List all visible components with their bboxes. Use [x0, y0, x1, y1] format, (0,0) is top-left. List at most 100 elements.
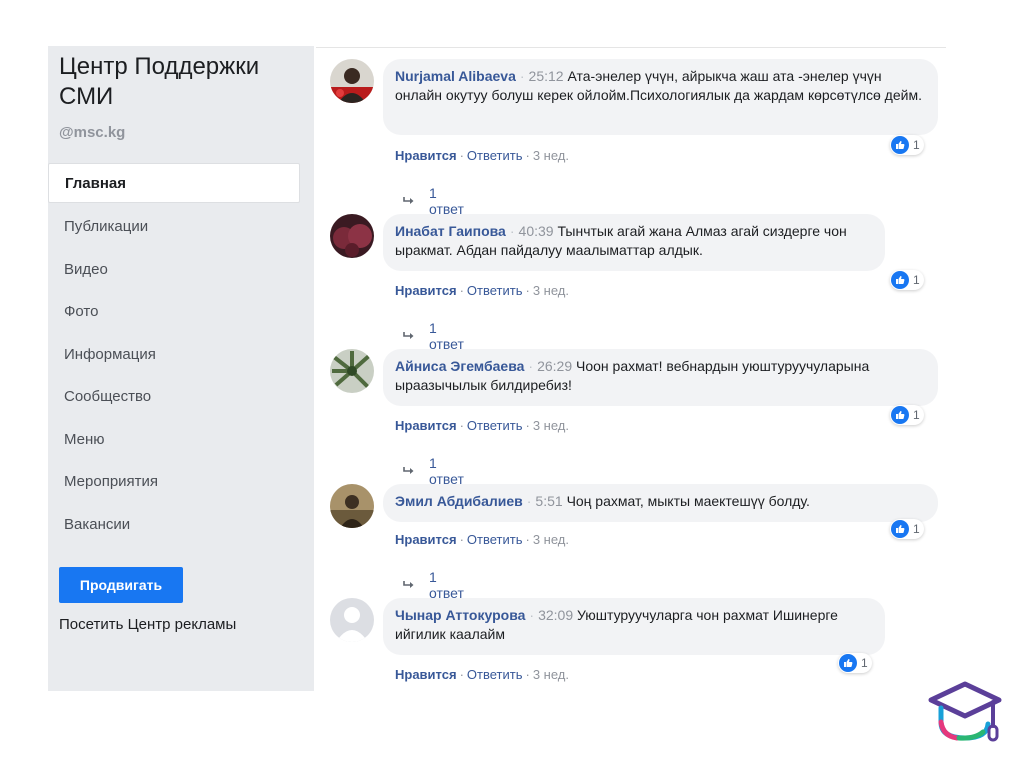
comment-actions: Нравится · Ответить · 3 нед. — [395, 148, 569, 163]
like-link[interactable]: Нравится — [395, 148, 457, 163]
separator-dot: · — [459, 418, 464, 433]
thumbs-up-icon — [891, 271, 909, 289]
separator-dot: · — [525, 418, 530, 433]
sidebar-item-home[interactable]: Главная — [48, 163, 300, 203]
replies-count: 1 ответ — [429, 569, 464, 601]
like-link[interactable]: Нравится — [395, 667, 457, 682]
page-title[interactable]: Центр Поддержки СМИ — [59, 52, 299, 112]
reply-link[interactable]: Ответить — [467, 283, 523, 298]
sidebar-item-about[interactable]: Информация — [48, 333, 300, 376]
thumbs-up-icon — [891, 136, 909, 154]
avatar-photo-icon — [330, 214, 374, 258]
avatar[interactable] — [330, 598, 374, 642]
comment-actions: Нравится · Ответить · 3 нед. — [395, 283, 569, 298]
reaction-count[interactable]: 1 — [890, 405, 924, 425]
separator-dot: · — [459, 283, 464, 298]
comment-author[interactable]: Айниса Эгембаева — [395, 358, 524, 374]
avatar[interactable] — [330, 349, 374, 393]
sidebar-nav: Главная Публикации Видео Фото Информация… — [48, 163, 300, 546]
comment-timecode[interactable]: 5:51 — [535, 493, 562, 509]
divider — [316, 47, 946, 48]
reaction-count[interactable]: 1 — [890, 270, 924, 290]
thumbs-up-icon — [891, 406, 909, 424]
thumbs-up-icon — [839, 654, 857, 672]
sidebar-item-community[interactable]: Сообщество — [48, 376, 300, 419]
separator-dot: · — [528, 358, 534, 374]
sidebar-item-events[interactable]: Мероприятия — [48, 461, 300, 504]
promote-button[interactable]: Продвигать — [59, 567, 183, 603]
view-replies-link[interactable]: 1 ответ — [403, 320, 464, 352]
separator-dot: · — [459, 667, 464, 682]
like-link[interactable]: Нравится — [395, 283, 457, 298]
comment-author[interactable]: Инабат Гаипова — [395, 223, 506, 239]
view-replies-link[interactable]: 1 ответ — [403, 455, 464, 487]
separator-dot: · — [525, 532, 530, 547]
separator-dot: · — [459, 532, 464, 547]
comment-timecode[interactable]: 26:29 — [537, 358, 572, 374]
sidebar-item-menu[interactable]: Меню — [48, 418, 300, 461]
reply-link[interactable]: Ответить — [467, 532, 523, 547]
comment-bubble: Айниса Эгембаева · 26:29 Чоон рахмат! вебн… — [383, 349, 938, 406]
page-sidebar: Центр Поддержки СМИ @msc.kg Главная Публ… — [48, 46, 314, 691]
reply-arrow-icon — [403, 196, 415, 206]
page-handle[interactable]: @msc.kg — [59, 124, 125, 141]
reply-link[interactable]: Ответить — [467, 418, 523, 433]
ad-center-link[interactable]: Посетить Центр рекламы — [59, 616, 236, 633]
sidebar-item-posts[interactable]: Публикации — [48, 206, 300, 249]
comment-author[interactable]: Чынар Аттокурова — [395, 607, 525, 623]
avatar-photo-icon — [330, 484, 374, 528]
comment-actions: Нравится · Ответить · 3 нед. — [395, 667, 569, 682]
reply-arrow-icon — [403, 331, 415, 341]
avatar-photo-icon — [330, 349, 374, 393]
separator-dot: · — [519, 68, 525, 84]
separator-dot: · — [509, 223, 515, 239]
comment-age[interactable]: 3 нед. — [533, 532, 569, 547]
avatar[interactable] — [330, 484, 374, 528]
thumbs-up-icon — [891, 520, 909, 538]
avatar-photo-icon — [330, 59, 374, 103]
replies-count: 1 ответ — [429, 320, 464, 352]
separator-dot: · — [525, 283, 530, 298]
avatar[interactable] — [330, 59, 374, 103]
comment-timecode[interactable]: 25:12 — [529, 68, 564, 84]
reply-arrow-icon — [403, 466, 415, 476]
comment-text: Чоң рахмат, мыкты маектешүү болду. — [566, 493, 810, 509]
reaction-count[interactable]: 1 — [838, 653, 872, 673]
comment-age[interactable]: 3 нед. — [533, 667, 569, 682]
reaction-number: 1 — [913, 522, 920, 536]
comment-bubble: Эмил Абдибалиев · 5:51 Чоң рахмат, мыкты м… — [383, 484, 938, 522]
comment-timecode[interactable]: 40:39 — [519, 223, 554, 239]
comment-bubble: Nurjamal Alibaeva · 25:12 Ата-энелер үчүн,… — [383, 59, 938, 135]
sidebar-item-photos[interactable]: Фото — [48, 291, 300, 334]
separator-dot: · — [525, 667, 530, 682]
graduation-cap-logo-icon — [925, 678, 1005, 744]
reaction-number: 1 — [913, 408, 920, 422]
reaction-count[interactable]: 1 — [890, 519, 924, 539]
comment-actions: Нравится · Ответить · 3 нед. — [395, 532, 569, 547]
comment-bubble: Инабат Гаипова · 40:39 Тынчтык агай жана А… — [383, 214, 885, 271]
view-replies-link[interactable]: 1 ответ — [403, 569, 464, 601]
comment-age[interactable]: 3 нед. — [533, 418, 569, 433]
reaction-number: 1 — [913, 138, 920, 152]
reply-link[interactable]: Ответить — [467, 148, 523, 163]
sidebar-item-jobs[interactable]: Вакансии — [48, 503, 300, 546]
replies-count: 1 ответ — [429, 185, 464, 217]
like-link[interactable]: Нравится — [395, 532, 457, 547]
view-replies-link[interactable]: 1 ответ — [403, 185, 464, 217]
comment-author[interactable]: Эмил Абдибалиев — [395, 493, 523, 509]
reaction-number: 1 — [861, 656, 868, 670]
separator-dot: · — [459, 148, 464, 163]
sidebar-item-videos[interactable]: Видео — [48, 248, 300, 291]
like-link[interactable]: Нравится — [395, 418, 457, 433]
reaction-number: 1 — [913, 273, 920, 287]
separator-dot: · — [526, 493, 532, 509]
avatar[interactable] — [330, 214, 374, 258]
comment-timecode[interactable]: 32:09 — [538, 607, 573, 623]
comment-age[interactable]: 3 нед. — [533, 283, 569, 298]
comment-age[interactable]: 3 нед. — [533, 148, 569, 163]
comment-actions: Нравится · Ответить · 3 нед. — [395, 418, 569, 433]
default-avatar-icon — [330, 598, 374, 642]
reply-link[interactable]: Ответить — [467, 667, 523, 682]
reaction-count[interactable]: 1 — [890, 135, 924, 155]
comment-author[interactable]: Nurjamal Alibaeva — [395, 68, 516, 84]
